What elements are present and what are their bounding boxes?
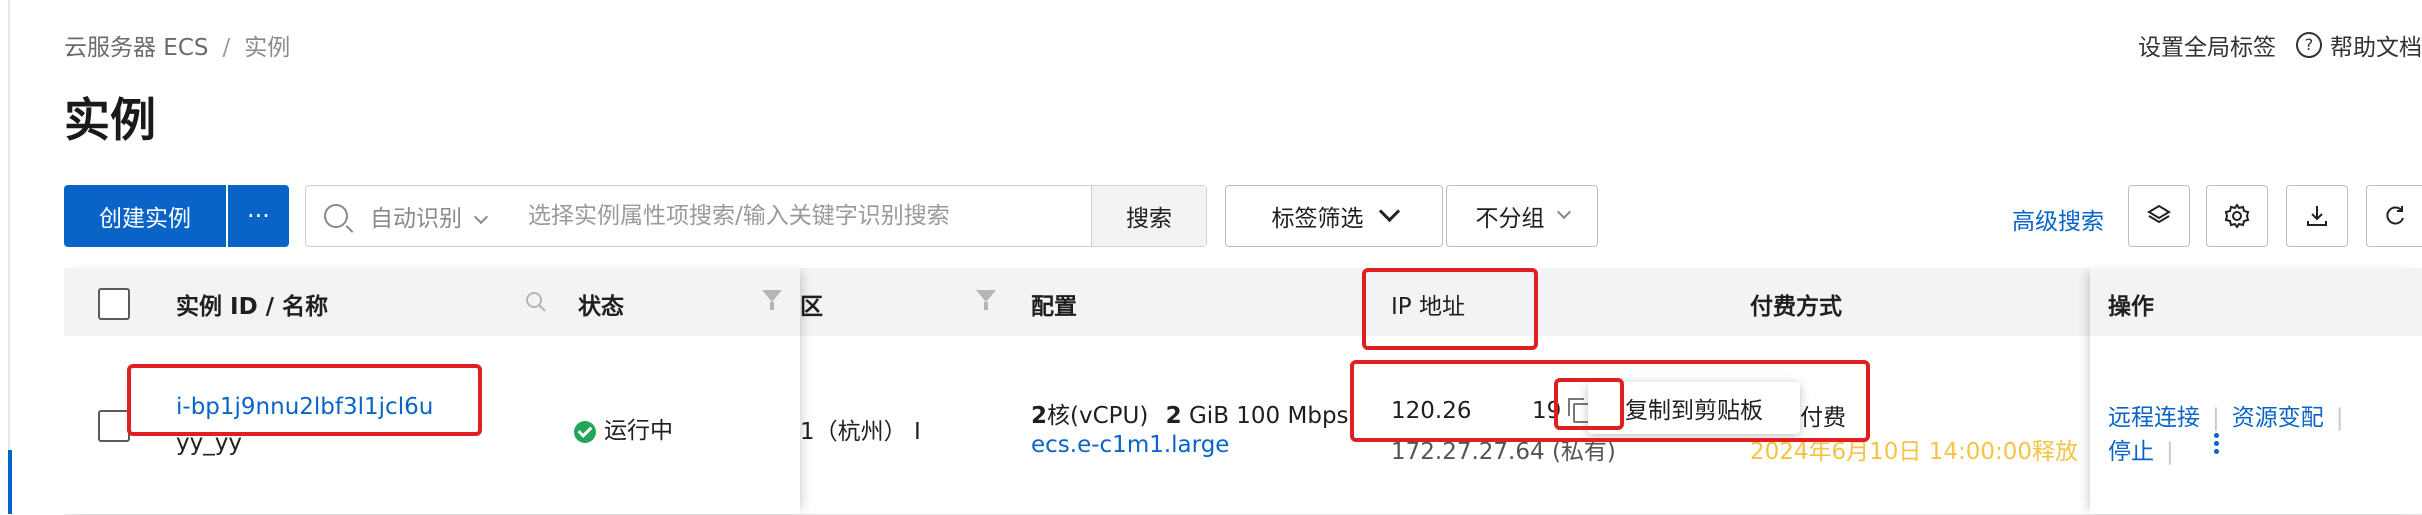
status-filter-icon[interactable] [762, 290, 782, 310]
memory-bandwidth: GiB 100 Mbps [1188, 403, 1349, 429]
refresh-icon [2386, 206, 2404, 225]
search-bar: 自动识别 搜索 [305, 185, 1207, 247]
col-billing: 付费方式 [1750, 294, 1842, 320]
action-separator: | [2166, 439, 2174, 465]
filter-icon [762, 290, 782, 302]
stop-link[interactable]: 停止 [2108, 439, 2154, 465]
resize-link[interactable]: 资源变配 [2232, 405, 2324, 431]
chevron-down-icon [1378, 200, 1400, 222]
instance-search-icon-button[interactable] [524, 290, 548, 318]
layers-button[interactable] [2128, 185, 2190, 247]
check-circle-icon [574, 420, 596, 443]
refresh-button[interactable] [2366, 185, 2422, 247]
instance-type-link[interactable]: ecs.e-c1m1.large [1031, 432, 1229, 458]
group-select[interactable]: 不分组 [1446, 185, 1598, 247]
actions-row-1: 远程连接 | 资源变配 | [2108, 398, 2356, 432]
col-config: 配置 [1031, 294, 1077, 320]
cpu-count: 2 [1031, 403, 1048, 429]
search-mode-select[interactable]: 自动识别 [370, 199, 489, 233]
search-input[interactable] [526, 202, 1050, 230]
create-instance-button[interactable]: 创建实例 [64, 185, 226, 247]
annotation-box-copy [1554, 378, 1624, 430]
search-icon [324, 204, 348, 228]
tag-filter-label: 标签筛选 [1271, 206, 1364, 232]
status-cell: 运行中 [574, 411, 673, 445]
tag-filter-dropdown[interactable]: 标签筛选 [1225, 185, 1443, 247]
annotation-box-ip-header [1362, 268, 1538, 350]
action-separator: | [2212, 405, 2220, 431]
page-title: 实例 [64, 93, 156, 147]
more-vertical-icon[interactable] [2214, 430, 2219, 457]
group-select-label: 不分组 [1475, 206, 1545, 232]
more-actions-button[interactable]: ··· [228, 185, 289, 247]
row-checkbox[interactable] [98, 410, 130, 442]
left-nav-active-indicator [8, 450, 12, 514]
zone-filter-icon[interactable] [976, 290, 996, 310]
chevron-down-icon [1556, 204, 1571, 220]
breadcrumb-root[interactable]: 云服务器 ECS [64, 35, 209, 61]
cpu-unit: 核(vCPU) [1047, 403, 1149, 429]
chevron-down-icon [473, 209, 489, 225]
search-button[interactable]: 搜索 [1091, 186, 1206, 246]
left-nav-border [8, 0, 10, 514]
status-label: 运行中 [604, 418, 673, 444]
col-zone: 区 [800, 294, 823, 320]
fixed-right-columns: 操作 远程连接 | 资源变配 | 停止 | [2090, 268, 2422, 514]
fixed-left-header [64, 268, 800, 336]
search-icon [526, 292, 546, 312]
filter-icon-stem [770, 302, 774, 310]
download-button[interactable] [2286, 185, 2348, 247]
annotation-box-instance-id [127, 364, 482, 436]
layers-icon [2147, 204, 2171, 224]
col-actions: 操作 [2108, 294, 2154, 320]
top-right-links: 设置全局标签 ? 帮助文档 [2138, 28, 2422, 62]
help-doc-label: 帮助文档 [2330, 35, 2422, 61]
zone-value: 1（杭州） I [800, 419, 921, 445]
config-spec: 2核(vCPU) 2 GiB 100 Mbps [1031, 396, 1349, 430]
help-icon: ? [2296, 32, 2322, 58]
help-doc-link[interactable]: ? 帮助文档 [2296, 28, 2422, 62]
settings-button[interactable] [2206, 185, 2268, 247]
breadcrumb-separator: / [222, 35, 231, 61]
select-all-checkbox[interactable] [98, 288, 130, 320]
download-icon [2307, 206, 2327, 226]
gear-icon [2224, 203, 2250, 229]
actions-row-2: 停止 | [2108, 432, 2186, 466]
global-tags-link[interactable]: 设置全局标签 [2138, 28, 2276, 62]
advanced-search-link[interactable]: 高级搜索 [2012, 202, 2104, 236]
filter-icon-stem [984, 302, 988, 310]
action-separator: | [2335, 405, 2344, 431]
col-instance: 实例 ID / 名称 [176, 294, 329, 320]
breadcrumb: 云服务器 ECS / 实例 [64, 28, 290, 62]
filter-icon [976, 290, 996, 302]
breadcrumb-current: 实例 [244, 35, 291, 61]
remote-connect-link[interactable]: 远程连接 [2108, 405, 2200, 431]
col-status: 状态 [578, 294, 624, 320]
search-mode-label: 自动识别 [370, 206, 462, 232]
memory-size: 2 [1165, 403, 1182, 429]
